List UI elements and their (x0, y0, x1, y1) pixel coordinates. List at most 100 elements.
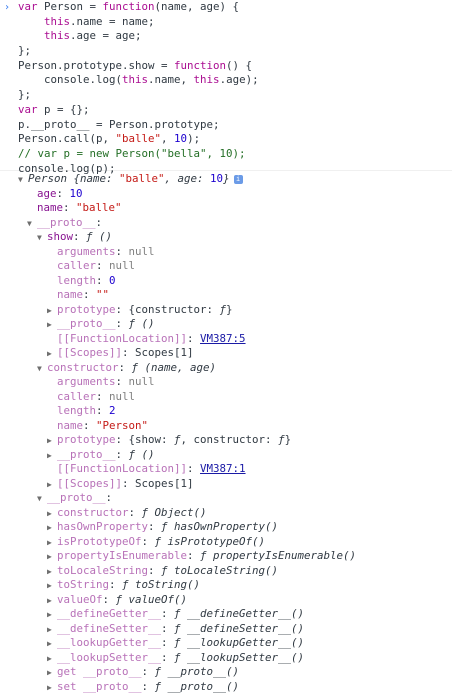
tree-token: : Scopes[1] (122, 476, 194, 490)
tree-token: : (115, 375, 129, 388)
tree-row[interactable]: ▶ prototype: {show: ƒ, constructor: ƒ} (47, 433, 291, 448)
tree-token: null (128, 244, 155, 258)
tree-token: [[FunctionLocation]] (57, 462, 188, 475)
tree-row[interactable]: ▶ get __proto__: ƒ __proto__() (47, 665, 239, 680)
tree-row[interactable]: ▼ Person {name: "balle", age: 10} i (18, 172, 243, 187)
tree-row: [[FunctionLocation]]: VM387:1 (57, 462, 246, 477)
expanded-triangle-icon[interactable]: ▼ (37, 492, 47, 507)
tree-row[interactable]: ▶ __proto__: ƒ () (47, 448, 155, 463)
tree-row[interactable]: ▶ constructor: ƒ Object() (47, 506, 207, 521)
expanded-triangle-icon[interactable]: ▼ (37, 362, 47, 377)
tree-token: 2 (109, 404, 116, 417)
source-link[interactable]: VM387:5 (200, 332, 246, 345)
collapsed-triangle-icon[interactable]: ▶ (47, 536, 57, 551)
tree-row[interactable]: ▼ show: ƒ () (37, 230, 112, 245)
collapsed-triangle-icon[interactable]: ▶ (47, 507, 57, 522)
collapsed-triangle-icon[interactable]: ▶ (47, 449, 57, 464)
code-token: ); (187, 132, 201, 146)
tree-row[interactable]: ▶ propertyIsEnumerable: ƒ propertyIsEnume… (47, 549, 356, 564)
tree-token: ƒ (name, age) (131, 360, 217, 374)
expanded-triangle-icon[interactable]: ▼ (27, 217, 37, 232)
tree-token: __defineGetter__ (57, 607, 162, 620)
code-token: .age = age; (70, 29, 142, 43)
tree-row[interactable]: ▼ constructor: ƒ (name, age) (37, 361, 216, 376)
tree-token: ƒ toLocaleString() (161, 563, 279, 577)
tree-row[interactable]: ▼ __proto__: (27, 216, 102, 231)
code-token: this (44, 14, 71, 28)
tree-token: ƒ __lookupGetter__() (174, 636, 305, 649)
tree-token: __proto__ (47, 491, 106, 504)
tree-row[interactable]: ▶ [[Scopes]]: Scopes[1] (47, 346, 194, 361)
collapsed-triangle-icon[interactable]: ▶ (47, 434, 57, 449)
tree-row: age: 10 (37, 187, 83, 202)
tree-token: length (57, 273, 97, 287)
tree-token: : (187, 549, 201, 562)
tree-token: ƒ hasOwnProperty() (161, 520, 279, 533)
tree-token: toLocaleString (57, 563, 149, 577)
tree-token: ƒ Object() (141, 505, 207, 519)
collapsed-triangle-icon[interactable]: ▶ (47, 521, 57, 536)
tree-row[interactable]: ▶ prototype: {constructor: ƒ} (47, 303, 233, 318)
tree-row[interactable]: ▶ __proto__: ƒ () (47, 317, 155, 332)
tree-token: name (37, 201, 64, 214)
tree-row[interactable]: ▶ hasOwnProperty: ƒ hasOwnProperty() (47, 520, 278, 535)
tree-token: : Scopes[1] (122, 346, 194, 359)
tree-row[interactable]: ▶ __lookupGetter__: ƒ __lookupGetter__() (47, 636, 304, 651)
tree-token: [[Scopes]] (57, 346, 123, 359)
expanded-triangle-icon[interactable]: ▼ (37, 231, 47, 246)
expanded-triangle-icon[interactable]: ▼ (18, 173, 28, 188)
tree-row[interactable]: ▶ __defineGetter__: ƒ __defineGetter__() (47, 607, 304, 622)
code-line: Person.prototype.show = function() { (18, 59, 259, 74)
code-line: var p = {}; (18, 103, 259, 118)
tree-token: ƒ () (128, 317, 155, 330)
tree-token: : (109, 578, 123, 591)
tree-token: ƒ __defineGetter__() (174, 607, 305, 620)
tree-row[interactable]: ▶ [[Scopes]]: Scopes[1] (47, 477, 194, 492)
collapsed-triangle-icon[interactable]: ▶ (47, 478, 57, 493)
tree-token: ƒ valueOf() (115, 592, 188, 606)
tree-token: ƒ __proto__() (154, 665, 240, 678)
tree-token: } (284, 433, 292, 446)
console-input-block[interactable]: › var Person = function(name, age) { thi… (0, 0, 452, 175)
tree-row[interactable]: ▶ __lookupSetter__: ƒ __lookupSetter__() (47, 651, 304, 666)
collapsed-triangle-icon[interactable]: ▶ (47, 608, 57, 623)
collapsed-triangle-icon[interactable]: ▶ (47, 666, 57, 681)
tree-row[interactable]: ▶ valueOf: ƒ valueOf() (47, 593, 187, 608)
tree-token: : (115, 317, 129, 330)
collapsed-triangle-icon[interactable]: ▶ (47, 318, 57, 333)
tree-token: [[FunctionLocation]] (57, 331, 188, 345)
tree-token: age (37, 186, 57, 200)
tree-token: , constructor: (180, 433, 279, 446)
tree-row[interactable]: ▶ toString: ƒ toString() (47, 578, 200, 593)
tree-row[interactable]: ▶ isPrototypeOf: ƒ isPrototypeOf() (47, 535, 265, 550)
code-token: var (18, 102, 38, 116)
collapsed-triangle-icon[interactable]: ▶ (47, 347, 57, 362)
tree-row[interactable]: ▼ __proto__: (37, 491, 112, 506)
tree-token: arguments (57, 244, 116, 258)
prompt-chevron-icon: › (4, 2, 11, 13)
collapsed-triangle-icon[interactable]: ▶ (47, 304, 57, 319)
tree-row[interactable]: ▶ set __proto__: ƒ __proto__() (47, 680, 239, 695)
collapsed-triangle-icon[interactable]: ▶ (47, 579, 57, 594)
tree-row[interactable]: ▶ __defineSetter__: ƒ __defineSetter__() (47, 622, 304, 637)
source-link[interactable]: VM387:1 (200, 462, 246, 475)
collapsed-triangle-icon[interactable]: ▶ (47, 623, 57, 638)
code-token: p = {}; (37, 102, 90, 116)
info-icon[interactable]: i (233, 175, 243, 184)
code-token: function (102, 0, 155, 13)
tree-row: arguments: null (57, 375, 155, 390)
collapsed-triangle-icon[interactable]: ▶ (47, 637, 57, 652)
tree-token: } (223, 172, 230, 185)
collapsed-triangle-icon[interactable]: ▶ (47, 550, 57, 565)
collapsed-triangle-icon[interactable]: ▶ (47, 565, 57, 580)
tree-token: : (96, 273, 110, 287)
code-token: 10 (174, 132, 188, 146)
code-token: Person.call(p, (18, 132, 116, 146)
collapsed-triangle-icon[interactable]: ▶ (47, 652, 57, 667)
tree-token: : (118, 360, 132, 374)
collapsed-triangle-icon[interactable]: ▶ (47, 681, 57, 696)
tree-token: get __proto__ (57, 665, 142, 678)
collapsed-triangle-icon[interactable]: ▶ (47, 594, 57, 609)
tree-row[interactable]: ▶ toLocaleString: ƒ toLocaleString() (47, 564, 278, 579)
